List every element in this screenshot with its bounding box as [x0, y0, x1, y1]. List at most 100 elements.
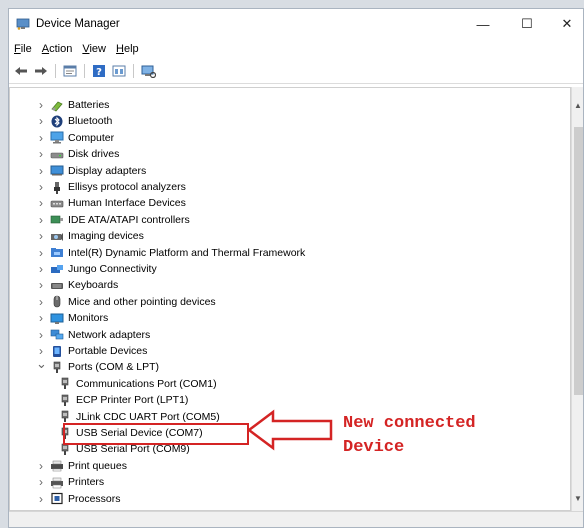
tree-category[interactable]: › Computer [36, 130, 114, 146]
chevron-down-icon[interactable]: ⌄ [36, 357, 47, 370]
minimize-button[interactable]: — [461, 9, 505, 39]
toolbar-divider [9, 83, 583, 84]
annotation-line-1: New connected [343, 414, 476, 433]
properties-button[interactable] [62, 63, 78, 79]
device-manager-window: Device Manager — ☐ ✕ File Action View He… [8, 8, 584, 528]
tree-item-label: Human Interface Devices [68, 197, 186, 210]
vertical-scrollbar[interactable]: ▲ ▼ [571, 87, 583, 511]
tree-category[interactable]: › Monitors [36, 310, 108, 326]
tree-device[interactable]: ECP Printer Port (LPT1) [54, 392, 188, 408]
tree-category[interactable]: › Network adapters [36, 327, 150, 343]
printer-icon [51, 477, 63, 488]
chevron-right-icon[interactable]: › [36, 311, 46, 325]
update-driver-button[interactable] [111, 63, 127, 79]
chevron-right-icon[interactable]: › [36, 459, 46, 473]
status-bar [9, 511, 583, 527]
tree-category[interactable]: › Processors [36, 491, 121, 507]
tree-item-label: Print queues [68, 459, 127, 472]
tree-category[interactable]: › Disk drives [36, 146, 119, 162]
scan-hardware-button[interactable] [140, 63, 156, 79]
tree-category[interactable]: › IDE ATA/ATAPI controllers [36, 212, 190, 228]
mouse-icon [50, 295, 64, 308]
scrollbar-thumb[interactable] [574, 127, 583, 395]
help-icon: ? [93, 65, 105, 78]
tree-item-label: Keyboards [68, 279, 119, 292]
annotation-line-2: Device [343, 438, 405, 457]
portable-device-icon [50, 345, 64, 358]
toolbar-separator [55, 64, 56, 78]
help-button[interactable]: ? [91, 63, 107, 79]
chevron-right-icon[interactable]: › [36, 213, 46, 227]
back-button[interactable] [13, 63, 29, 79]
folder-icon [50, 246, 64, 259]
forward-button[interactable] [33, 63, 49, 79]
chevron-right-icon[interactable]: › [36, 196, 46, 210]
tree-device[interactable]: Communications Port (COM1) [54, 376, 217, 392]
tree-category[interactable]: ⌄ Ports (COM & LPT) [36, 357, 160, 375]
tree-item-label: Ports (COM & LPT) [68, 361, 160, 374]
tree-item-label: Intel(R) Dynamic Platform and Thermal Fr… [68, 246, 306, 259]
portable-device-icon [53, 345, 61, 357]
tree-category[interactable]: › Bluetooth [36, 113, 112, 129]
disk-drive-icon [50, 152, 64, 158]
tree-item-label: Printers [68, 476, 105, 489]
chevron-right-icon[interactable]: › [36, 114, 46, 128]
usb-plug-icon [54, 181, 60, 194]
close-button[interactable]: ✕ [549, 9, 583, 39]
network-icon [50, 329, 64, 340]
menu-view-rest: iew [89, 43, 106, 55]
display-adapter-icon [50, 165, 64, 176]
toolbar-separator [133, 64, 134, 78]
tree-item-label: JLink CDC UART Port (COM5) [76, 410, 220, 423]
chevron-right-icon[interactable]: › [36, 180, 46, 194]
chevron-right-icon[interactable]: › [36, 164, 46, 178]
tree-category[interactable]: › Display adapters [36, 163, 146, 179]
menu-action[interactable]: Action [42, 43, 73, 55]
tree-category[interactable]: › Print queues [36, 458, 127, 474]
processor-icon [51, 492, 63, 505]
jungo-icon [51, 264, 63, 273]
chevron-right-icon[interactable]: › [36, 278, 46, 292]
maximize-button[interactable]: ☐ [505, 9, 549, 39]
port-icon [61, 377, 69, 390]
tree-category[interactable]: › Keyboards [36, 277, 118, 293]
tree-category[interactable]: › Imaging devices [36, 228, 144, 244]
chevron-right-icon[interactable]: › [36, 98, 46, 112]
menu-bar: File Action View Help [9, 39, 583, 59]
chevron-right-icon[interactable]: › [36, 246, 46, 260]
battery-icon [50, 99, 64, 112]
chevron-right-icon[interactable]: › [36, 131, 46, 145]
menu-action-mnemonic: A [41, 43, 50, 55]
processor-icon [50, 492, 64, 505]
chevron-right-icon[interactable]: › [36, 147, 46, 161]
monitor-icon [50, 313, 64, 324]
toolbar: ? [9, 60, 583, 82]
menu-view[interactable]: View [82, 43, 106, 55]
chevron-right-icon[interactable]: › [36, 262, 46, 276]
chevron-right-icon[interactable]: › [36, 328, 46, 342]
folder-icon [51, 248, 63, 258]
tree-category[interactable]: › Portable Devices [36, 343, 147, 359]
tree-category[interactable]: › Batteries [36, 97, 109, 113]
keyboard-icon [51, 282, 63, 289]
chevron-right-icon[interactable]: › [36, 475, 46, 489]
tree-item-label: Processors [68, 492, 121, 505]
tree-category[interactable]: › Ellisys protocol analyzers [36, 179, 186, 195]
chevron-right-icon[interactable]: › [36, 492, 46, 506]
menu-help[interactable]: Help [116, 43, 139, 55]
title-bar: Device Manager — ☐ ✕ [9, 9, 583, 39]
hid-icon [50, 200, 64, 208]
tree-category[interactable]: › Mice and other pointing devices [36, 294, 216, 310]
tree-category[interactable]: › Jungo Connectivity [36, 261, 157, 277]
tree-category[interactable]: › Human Interface Devices [36, 195, 186, 211]
tree-category[interactable]: › Printers [36, 474, 104, 490]
chevron-right-icon[interactable]: › [36, 295, 46, 309]
menu-help-mnemonic: H [116, 43, 124, 55]
port-icon [61, 394, 69, 406]
tree-category[interactable]: › Intel(R) Dynamic Platform and Thermal F… [36, 245, 305, 261]
scroll-up-icon[interactable]: ▲ [574, 101, 582, 110]
chevron-right-icon[interactable]: › [36, 229, 46, 243]
scroll-down-icon[interactable]: ▼ [574, 494, 582, 503]
tree-item-label: Disk drives [68, 148, 120, 161]
menu-file[interactable]: File [14, 43, 32, 55]
